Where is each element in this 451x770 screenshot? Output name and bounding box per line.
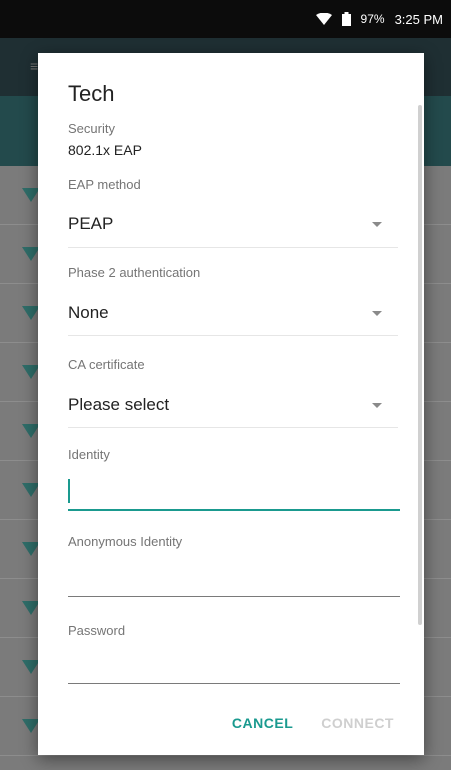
phase2-label: Phase 2 authentication (68, 265, 201, 280)
status-bar: 97% 3:25 PM (0, 0, 451, 38)
dropdown-arrow-icon (372, 221, 382, 227)
security-value: 802.1x EAP (68, 142, 142, 158)
text-cursor (68, 479, 70, 503)
identity-underline (68, 509, 400, 511)
dropdown-arrow-icon (372, 402, 382, 408)
anonymous-identity-underline (68, 596, 400, 597)
anonymous-identity-input[interactable] (68, 563, 400, 593)
battery-percent: 97% (360, 12, 385, 26)
wifi-icon (315, 13, 332, 25)
ca-cert-label: CA certificate (68, 357, 145, 372)
ca-cert-select[interactable]: Please select (68, 390, 390, 420)
cancel-button[interactable]: CANCEL (232, 715, 293, 731)
identity-label: Identity (68, 447, 110, 462)
password-field[interactable] (68, 651, 400, 681)
battery-icon (341, 12, 351, 26)
divider (68, 427, 398, 428)
phase2-select[interactable]: None (68, 298, 390, 328)
dialog-button-bar: CANCEL CONNECT (232, 715, 394, 731)
clock: 3:25 PM (394, 11, 443, 27)
dropdown-arrow-icon (372, 310, 382, 316)
ca-cert-value: Please select (68, 395, 170, 414)
scrollbar[interactable] (418, 105, 422, 625)
eap-method-select[interactable]: PEAP (68, 209, 390, 239)
identity-field[interactable] (68, 477, 400, 507)
phase2-value: None (68, 303, 109, 322)
anonymous-identity-field[interactable] (68, 563, 400, 593)
identity-input[interactable] (68, 477, 400, 507)
password-label: Password (68, 623, 126, 638)
divider (68, 247, 398, 248)
security-label: Security (68, 121, 115, 136)
eap-method-value: PEAP (68, 214, 114, 233)
password-underline (68, 683, 400, 684)
eap-method-label: EAP method (68, 177, 141, 192)
divider (68, 335, 398, 336)
screen: 97% 3:25 PM ≡ Tech Security 802.1x EAP E… (0, 0, 451, 770)
anonymous-identity-label: Anonymous Identity (68, 534, 183, 549)
password-input[interactable] (68, 651, 400, 681)
dialog-title: Tech (68, 81, 115, 106)
wifi-config-dialog: Tech Security 802.1x EAP EAP method PEAP… (38, 53, 424, 755)
connect-button[interactable]: CONNECT (321, 715, 394, 731)
